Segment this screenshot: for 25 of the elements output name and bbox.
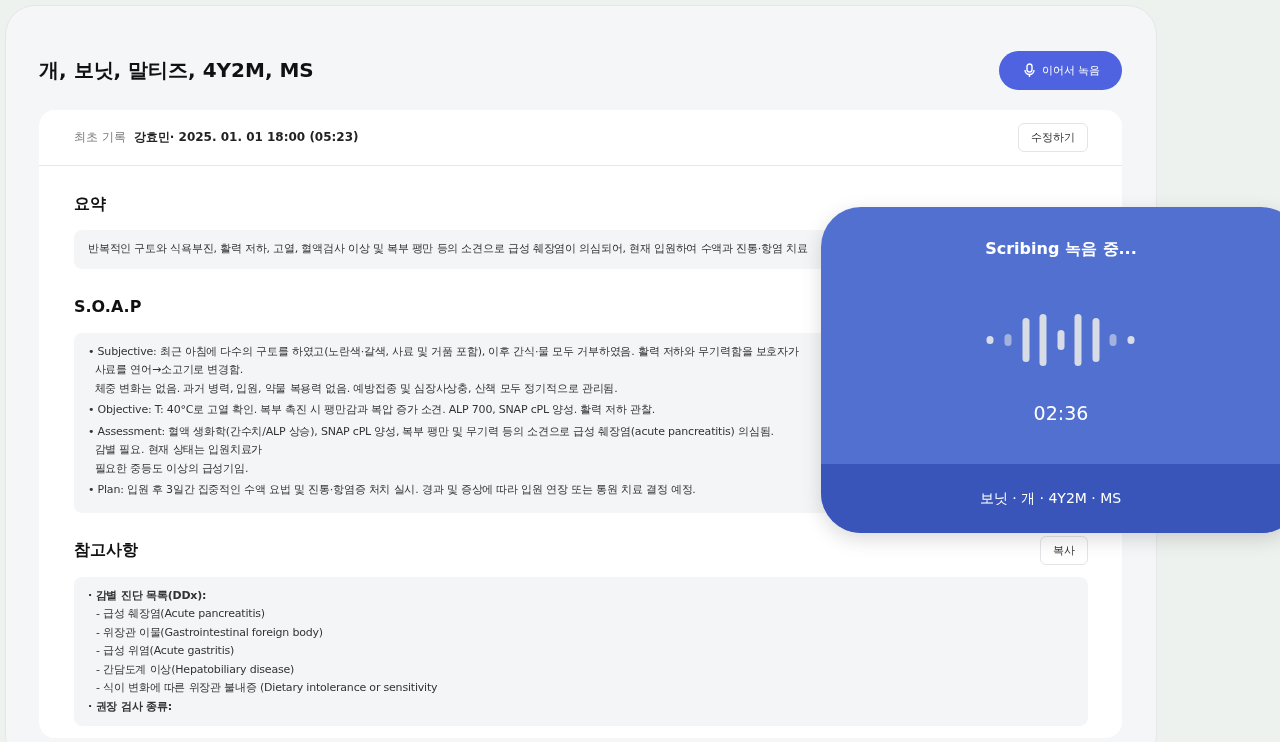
- copy-button[interactable]: 복사: [1040, 536, 1088, 565]
- soap-item-text: • Plan: 입원 후 3일간 집중적인 수액 요법 및 진통·항염증 처치 실시. 경과 및 증상에 따라 입원 연장 또는 통원 치료 결정 예정.: [88, 482, 696, 498]
- outline-item: - 급성 위염(Acute gastritis): [96, 644, 235, 657]
- outline-heading: · 감별 진단 목록(DDx):: [88, 588, 207, 602]
- outline-heading: · 권장 검사 종류:: [88, 699, 172, 713]
- continue-recording-button[interactable]: 이어서 녹음: [998, 50, 1122, 90]
- outline-item: - 위장관 이물(Gastrointestinal foreign body): [96, 625, 323, 639]
- section-title: 참고사항: [74, 540, 138, 561]
- section-title: 요약: [74, 193, 106, 215]
- record-label: 최초 기록: [74, 129, 126, 146]
- edit-button[interactable]: 수정하기: [1018, 123, 1088, 152]
- record-value: 강효민· 2025. 01. 01 18:00 (05:23): [133, 129, 360, 146]
- overlay-title: Scribing 녹음 중...: [984, 239, 1138, 260]
- soap-item-text: • Objective: T: 40°C로 고열 확인. 복부 촉진 시 팽만감과 복압 증가 소견. ALP 700, SNAP cPL 양성. 활력 저하 관찰.: [88, 402, 656, 418]
- recording-timer: 02:36: [1032, 402, 1090, 424]
- outline-item: - 식이 변화에 따른 위장관 불내증 (Dietary intolerance or sensitivity: [96, 681, 438, 694]
- soap-item-text: • Subjective: 최근 아침에 다수의 구토를 하였고(노란색·갈색, 사료 및 거품 포함), 이후 간식·물 모두 거부하였음. 활력 저하와 무기력함을 보호자가 사료를 연어→소고기로 변경함. 체중 변화는 없음. 과거 병력, 입원, 약물 복용력 없음. 예방접종 및 심장사상충, 산책 모두 정기적으로 관리됨.: [88, 343, 799, 397]
- summary-text: 반복적인 구토와 식욕부진, 활력 저하, 고열, 혈액검사 이상 및 복부 팽만 등의 소견으로 급성 췌장염이 의심되어, 현재 입원하여 수액과 진통·항염 치료: [88, 242, 808, 255]
- outline-item: - 급성 췌장염(Acute pancreatitis): [96, 607, 265, 620]
- soap-item-text: • Assessment: 혈액 생화학(간수치/ALP 상승), SNAP cPL 양성, 복부 팽만 및 무기력 등의 소견으로 급성 췌장염(acute pancreatitis) 의심됨. 감별 필요. 현재 상태는 입원치료가 필요한 중등도 이상의 급성기임.: [88, 423, 774, 477]
- section-title: S.O.A.P: [74, 297, 142, 316]
- patient-info: 보닛 · 개 · 4Y2M · MS: [978, 489, 1123, 508]
- page-title: 개, 보닛, 말티즈, 4Y2M, MS: [39, 56, 314, 84]
- outline-item: - 간담도계 이상(Hepatobiliary disease): [96, 662, 295, 676]
- microphone-icon: [1022, 62, 1036, 78]
